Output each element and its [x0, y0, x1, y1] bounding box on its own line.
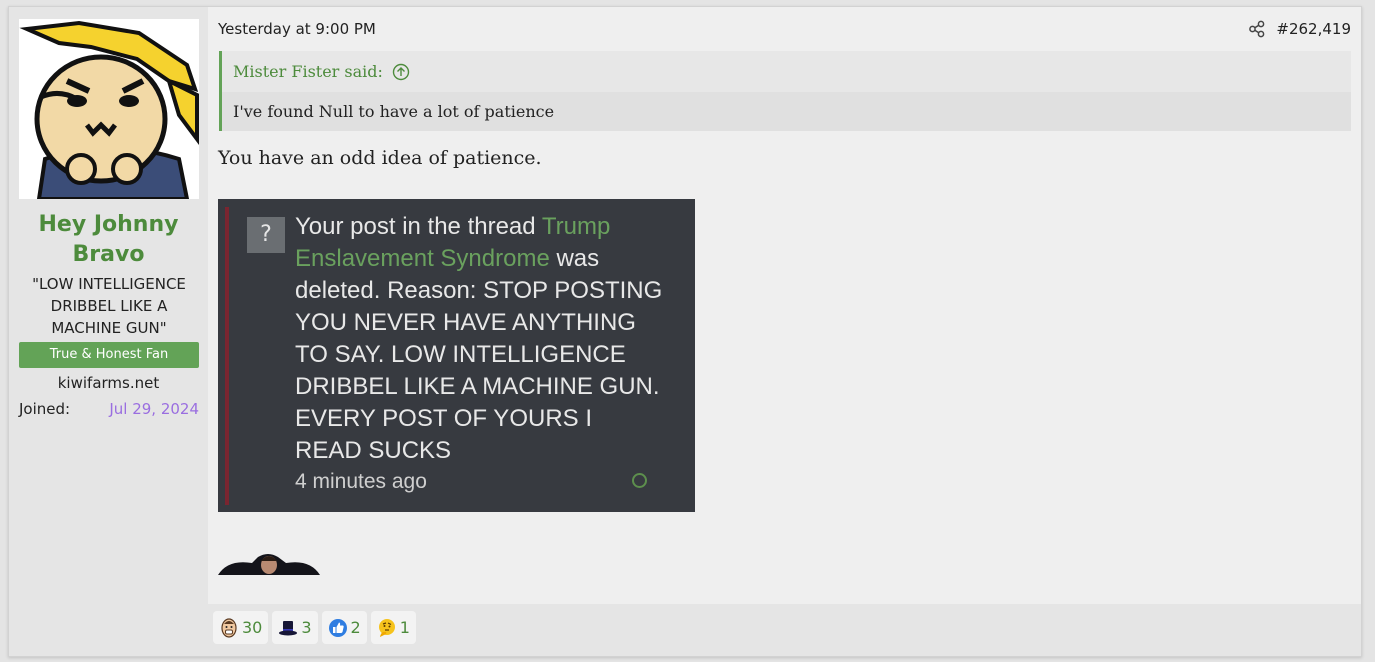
user-title: "LOW INTELLIGENCE DRIBBEL LIKE A MACHINE…	[32, 275, 186, 337]
user-site: kiwifarms.net	[57, 374, 160, 392]
post-date[interactable]: Yesterday at 9:00 PM	[218, 18, 376, 40]
reaction-count: 30	[242, 618, 263, 637]
notification-time: 4 minutes ago	[295, 470, 427, 493]
post-message: You have an odd idea of patience.	[218, 147, 542, 169]
share-icon[interactable]	[1248, 20, 1266, 38]
reaction-laughing[interactable]: 30	[213, 611, 269, 644]
reaction-count: 2	[350, 618, 361, 637]
quote-author[interactable]: Mister Fister said:	[233, 51, 383, 92]
notification-text: Your post in the thread Trump Enslavemen…	[295, 211, 665, 467]
question-mark-icon: ?	[247, 217, 285, 253]
post-number-link[interactable]: #262,419	[1276, 18, 1351, 40]
reaction-count: 3	[301, 618, 312, 637]
user-info-panel: Hey Johnny Bravo "LOW INTELLIGENCE DRIBB…	[9, 7, 208, 656]
user-banner: True & Honest Fan	[19, 342, 199, 368]
notification-text-end: was deleted. Reason: STOP POSTING YOU NE…	[295, 245, 663, 464]
quote-header[interactable]: Mister Fister said:	[222, 51, 1351, 92]
post-footer: 30 3 2 1	[208, 604, 1361, 656]
unread-dot-icon	[632, 473, 647, 488]
reaction-count: 1	[399, 618, 410, 637]
laughing-face-icon	[221, 617, 237, 638]
username-link[interactable]: Hey Johnny Bravo	[9, 210, 208, 270]
joined-date[interactable]: Jul 29, 2024	[109, 397, 199, 421]
reactions-bar: 30 3 2 1	[213, 611, 416, 644]
user-avatar[interactable]	[19, 19, 199, 199]
top-hat-icon	[279, 620, 298, 635]
notification-text-start: Your post in the thread	[295, 213, 542, 240]
reaction-top-hat[interactable]: 3	[272, 611, 318, 644]
joined-label: Joined:	[19, 400, 71, 418]
post-container: Hey Johnny Bravo "LOW INTELLIGENCE DRIBB…	[8, 6, 1362, 657]
reaction-like[interactable]: 2	[321, 611, 367, 644]
thinking-face-icon	[378, 618, 395, 637]
thumbs-up-icon	[328, 618, 347, 637]
reaction-thinking[interactable]: 1	[370, 611, 416, 644]
quote-text: I've found Null to have a lot of patienc…	[222, 92, 1351, 131]
alert-bar	[225, 207, 229, 505]
reaction-gif-image[interactable]	[218, 553, 320, 575]
embedded-screenshot[interactable]: ? Your post in the thread Trump Enslavem…	[218, 199, 695, 512]
arrow-up-circle-icon[interactable]	[392, 63, 410, 81]
quote-block: Mister Fister said: I've found Null to h…	[219, 51, 1351, 131]
